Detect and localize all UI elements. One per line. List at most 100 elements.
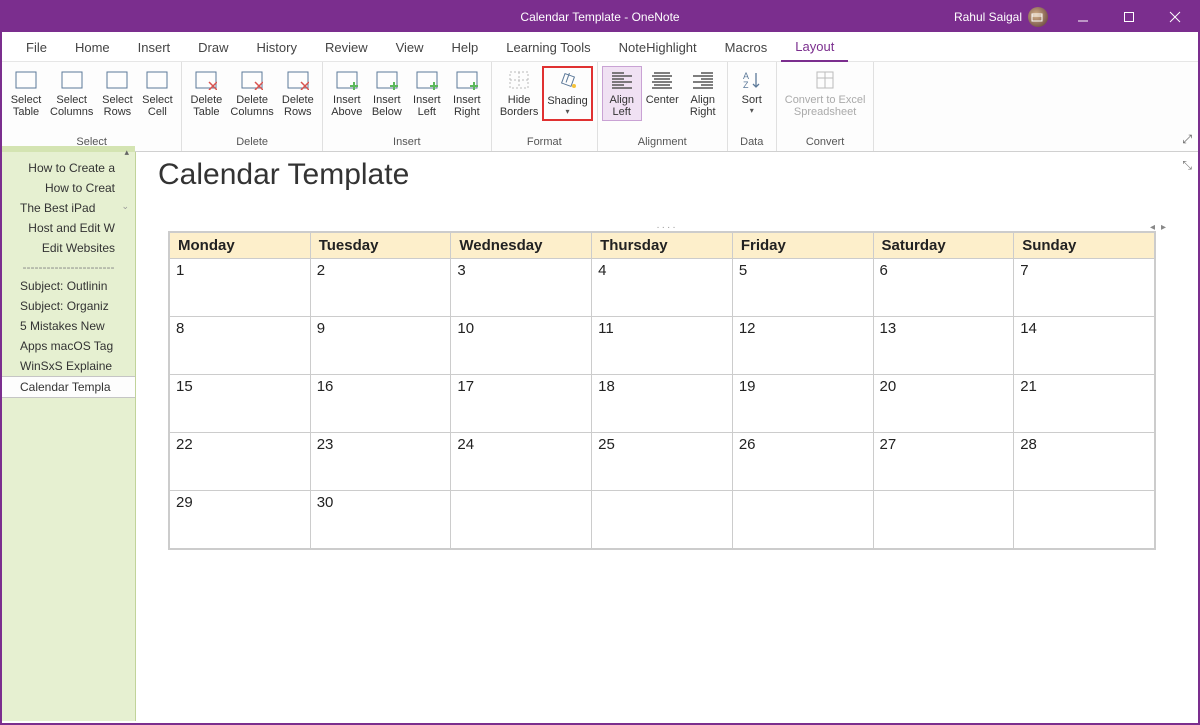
sort-button[interactable]: AZSort▾ [732,66,772,119]
calendar-cell[interactable]: 11 [592,317,733,375]
calendar-cell[interactable]: 4 [592,259,733,317]
calendar-header-cell[interactable]: Saturday [873,233,1014,259]
calendar-header-cell[interactable]: Tuesday [310,233,451,259]
tab-file[interactable]: File [12,35,61,61]
minimize-button[interactable] [1060,2,1106,32]
tab-view[interactable]: View [382,35,438,61]
calendar-cell[interactable] [592,491,733,549]
delete-rows-button[interactable]: DeleteRows [278,66,318,121]
page-list-item[interactable]: Calendar Templa [2,376,135,398]
calendar-cell[interactable]: 29 [170,491,311,549]
tab-insert[interactable]: Insert [124,35,185,61]
page-list-item[interactable]: Host and Edit W [2,218,135,238]
hide-borders-button[interactable]: HideBorders [496,66,543,121]
select-cell-button[interactable]: SelectCell [137,66,177,121]
tab-home[interactable]: Home [61,35,124,61]
calendar-header-cell[interactable]: Friday [732,233,873,259]
calendar-cell[interactable]: 12 [732,317,873,375]
svg-text:Z: Z [743,80,749,90]
tab-layout[interactable]: Layout [781,34,848,62]
calendar-cell[interactable]: 3 [451,259,592,317]
calendar-cell[interactable]: 1 [170,259,311,317]
center-icon [650,69,674,91]
tab-draw[interactable]: Draw [184,35,242,61]
expand-page-icon[interactable]: ⤡ [1182,158,1192,173]
delete-columns-button[interactable]: DeleteColumns [226,66,277,121]
chevron-down-icon: ⌄ [121,201,129,212]
tab-macros[interactable]: Macros [711,35,782,61]
calendar-cell[interactable]: 27 [873,433,1014,491]
close-button[interactable] [1152,2,1198,32]
center-button[interactable]: Center [642,66,683,109]
page-list-item[interactable]: Subject: Organiz [2,296,135,316]
calendar-cell[interactable]: 20 [873,375,1014,433]
page-list-item[interactable]: 5 Mistakes New [2,316,135,336]
tab-history[interactable]: History [243,35,311,61]
calendar-cell[interactable]: 14 [1014,317,1155,375]
calendar-cell[interactable]: 23 [310,433,451,491]
page-list-item[interactable]: Subject: Outlinin [2,276,135,296]
page-content[interactable]: ⤡ Calendar Template ···· ◂▸ MondayTuesda… [136,152,1198,721]
tab-review[interactable]: Review [311,35,382,61]
tab-learning-tools[interactable]: Learning Tools [492,35,604,61]
calendar-header-cell[interactable]: Wednesday [451,233,592,259]
page-list-item[interactable]: The Best iPad⌄ [2,198,135,218]
shading-button[interactable]: Shading▾ [542,66,592,121]
select-table-button[interactable]: SelectTable [6,66,46,121]
select-columns-button[interactable]: SelectColumns [46,66,97,121]
calendar-cell[interactable]: 5 [732,259,873,317]
calendar-cell[interactable]: 21 [1014,375,1155,433]
calendar-table[interactable]: MondayTuesdayWednesdayThursdayFridaySatu… [169,232,1155,549]
page-list-item[interactable]: Edit Websites [2,238,135,258]
calendar-cell[interactable]: 28 [1014,433,1155,491]
calendar-cell[interactable]: 24 [451,433,592,491]
calendar-cell[interactable]: 6 [873,259,1014,317]
calendar-cell[interactable]: 2 [310,259,451,317]
align-left-button[interactable]: AlignLeft [602,66,642,121]
calendar-cell[interactable]: 9 [310,317,451,375]
calendar-header-cell[interactable]: Sunday [1014,233,1155,259]
calendar-cell[interactable]: 30 [310,491,451,549]
insert-left-button[interactable]: InsertLeft [407,66,447,121]
calendar-cell[interactable]: 16 [310,375,451,433]
page-title[interactable]: Calendar Template [158,158,1176,192]
scroll-up-icon[interactable]: ▴ [124,147,129,158]
calendar-cell[interactable] [732,491,873,549]
calendar-cell[interactable]: 18 [592,375,733,433]
page-list-item[interactable]: How to Create a [2,158,135,178]
calendar-cell[interactable]: 15 [170,375,311,433]
main-area: ▴ How to Create aHow to CreatThe Best iP… [2,152,1198,721]
ribbon-tabbar: FileHomeInsertDrawHistoryReviewViewHelpL… [2,32,1198,62]
tab-help[interactable]: Help [438,35,493,61]
calendar-cell[interactable]: 13 [873,317,1014,375]
calendar-header-cell[interactable]: Monday [170,233,311,259]
select-rows-button[interactable]: SelectRows [97,66,137,121]
calendar-cell[interactable] [1014,491,1155,549]
calendar-header-cell[interactable]: Thursday [592,233,733,259]
ribbon: SelectTableSelectColumnsSelectRowsSelect… [2,62,1198,152]
calendar-cell[interactable] [873,491,1014,549]
maximize-button[interactable] [1106,2,1152,32]
page-list-item[interactable]: Apps macOS Tag [2,336,135,356]
calendar-cell[interactable] [451,491,592,549]
delete-table-button[interactable]: DeleteTable [186,66,226,121]
insert-below-button[interactable]: InsertBelow [367,66,407,121]
calendar-cell[interactable]: 19 [732,375,873,433]
ribbon-group-data: AZSort▾Data [728,62,777,151]
ribbon-group-select: SelectTableSelectColumnsSelectRowsSelect… [2,62,182,151]
tab-notehighlight[interactable]: NoteHighlight [605,35,711,61]
calendar-cell[interactable]: 25 [592,433,733,491]
align-right-button[interactable]: AlignRight [683,66,723,121]
insert-above-button[interactable]: InsertAbove [327,66,367,121]
calendar-cell[interactable]: 26 [732,433,873,491]
insert-right-button[interactable]: InsertRight [447,66,487,121]
calendar-cell[interactable]: 8 [170,317,311,375]
calendar-cell[interactable]: 22 [170,433,311,491]
calendar-cell[interactable]: 10 [451,317,592,375]
page-list-item[interactable]: WinSxS Explaine [2,356,135,376]
calendar-cell[interactable]: 17 [451,375,592,433]
ribbon-options-button[interactable] [1014,2,1060,32]
calendar-cell[interactable]: 7 [1014,259,1155,317]
collapse-ribbon-icon[interactable]: ⤢ [1182,132,1192,147]
page-list-item[interactable]: How to Creat [2,178,135,198]
